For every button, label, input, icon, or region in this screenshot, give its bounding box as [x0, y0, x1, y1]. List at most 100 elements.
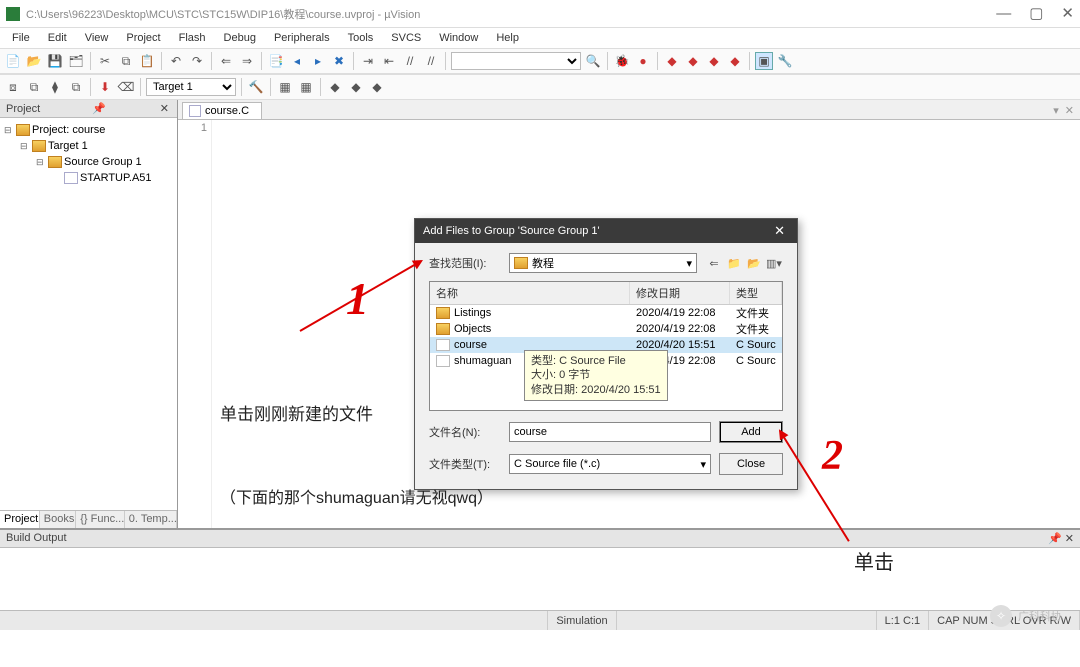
- menu-window[interactable]: Window: [431, 30, 486, 46]
- viewmode-icon[interactable]: ▥▾: [765, 254, 783, 272]
- lookin-combo[interactable]: 教程 ▾: [509, 253, 697, 273]
- open-file-icon[interactable]: 📂: [25, 52, 43, 70]
- add-button[interactable]: Add: [719, 421, 783, 443]
- comment-icon[interactable]: //: [401, 52, 419, 70]
- menu-tools[interactable]: Tools: [340, 30, 382, 46]
- bookmark-prev-icon[interactable]: ◂: [288, 52, 306, 70]
- menu-svcs[interactable]: SVCS: [383, 30, 429, 46]
- pin-icon[interactable]: 📌: [1048, 533, 1062, 545]
- back-icon[interactable]: ⇐: [705, 254, 723, 272]
- project-panel-title: Project 📌 ✕: [0, 100, 177, 118]
- uncomment-icon[interactable]: //: [422, 52, 440, 70]
- menu-view[interactable]: View: [77, 30, 117, 46]
- debug-icon[interactable]: 🐞: [613, 52, 631, 70]
- maximize-button[interactable]: ▢: [1029, 6, 1043, 21]
- dialog-close-icon[interactable]: ✕: [770, 223, 789, 239]
- project-tree[interactable]: ⊟ Project: course ⊟ Target 1 ⊟ Source Gr…: [0, 118, 177, 510]
- file-row[interactable]: Objects2020/4/19 22:08文件夹: [430, 321, 782, 337]
- undo-icon[interactable]: ↶: [167, 52, 185, 70]
- minimize-button[interactable]: —: [996, 6, 1011, 21]
- indent-icon[interactable]: ⇥: [359, 52, 377, 70]
- bookmark-next-icon[interactable]: ▸: [309, 52, 327, 70]
- download-icon[interactable]: ⬇: [96, 78, 114, 96]
- cfg-b-icon[interactable]: ◆: [684, 52, 702, 70]
- col-name[interactable]: 名称: [430, 282, 630, 304]
- options-icon[interactable]: 🔨: [247, 78, 265, 96]
- file-list[interactable]: 名称 修改日期 类型 Listings2020/4/19 22:08文件夹Obj…: [429, 281, 783, 411]
- tree-toggle-icon[interactable]: ⊟: [20, 141, 30, 152]
- dialog-titlebar[interactable]: Add Files to Group 'Source Group 1' ✕: [415, 219, 797, 243]
- tab-templates[interactable]: 0. Temp...: [125, 511, 177, 528]
- pin-icon[interactable]: 📌: [92, 102, 106, 115]
- newfolder-icon[interactable]: 📂: [745, 254, 763, 272]
- editor-tab-course[interactable]: course.C: [182, 102, 262, 119]
- tree-target[interactable]: ⊟ Target 1: [4, 138, 173, 154]
- save-all-icon[interactable]: 🗂: [67, 52, 85, 70]
- nav-fwd-icon[interactable]: ⇒: [238, 52, 256, 70]
- find-combo[interactable]: [451, 52, 581, 70]
- panel-close-icon[interactable]: ✕: [1065, 533, 1074, 545]
- col-date[interactable]: 修改日期: [630, 282, 730, 304]
- window-layout-icon[interactable]: ▣: [755, 52, 773, 70]
- save-icon[interactable]: 💾: [46, 52, 64, 70]
- file-list-header[interactable]: 名称 修改日期 类型: [430, 282, 782, 305]
- tree-toggle-icon[interactable]: ⊟: [36, 157, 46, 168]
- lookin-label: 查找范围(I):: [429, 255, 501, 271]
- batch-build-icon[interactable]: ⧉: [67, 78, 85, 96]
- cfg-c-icon[interactable]: ◆: [705, 52, 723, 70]
- manage-b-icon[interactable]: ▦: [297, 78, 315, 96]
- chevron-down-icon[interactable]: ▾: [686, 257, 692, 270]
- menu-debug[interactable]: Debug: [216, 30, 264, 46]
- rebuild-icon[interactable]: ⧫: [46, 78, 64, 96]
- tree-group[interactable]: ⊟ Source Group 1: [4, 154, 173, 170]
- find-icon[interactable]: 🔍: [584, 52, 602, 70]
- nav-back-icon[interactable]: ⇐: [217, 52, 235, 70]
- paste-icon[interactable]: 📋: [138, 52, 156, 70]
- close-window-button[interactable]: ✕: [1061, 6, 1074, 21]
- new-file-icon[interactable]: 📄: [4, 52, 22, 70]
- filetype-combo[interactable]: C Source file (*.c) ▾: [509, 454, 711, 474]
- menu-edit[interactable]: Edit: [40, 30, 75, 46]
- misc-b-icon[interactable]: ◆: [347, 78, 365, 96]
- misc-c-icon[interactable]: ◆: [368, 78, 386, 96]
- panel-close-icon[interactable]: ✕: [158, 102, 171, 115]
- tree-toggle-icon[interactable]: ⊟: [4, 125, 14, 136]
- menu-file[interactable]: File: [4, 30, 38, 46]
- file-row[interactable]: Listings2020/4/19 22:08文件夹: [430, 305, 782, 321]
- target-select[interactable]: Target 1: [146, 78, 236, 96]
- editor-dropdown-icon[interactable]: ▾: [1053, 104, 1059, 117]
- redo-icon[interactable]: ↷: [188, 52, 206, 70]
- chevron-down-icon[interactable]: ▾: [700, 458, 706, 471]
- menu-project[interactable]: Project: [118, 30, 168, 46]
- build-output-body[interactable]: [0, 548, 1080, 610]
- menu-peripherals[interactable]: Peripherals: [266, 30, 338, 46]
- close-button[interactable]: Close: [719, 453, 783, 475]
- up-icon[interactable]: 📁: [725, 254, 743, 272]
- cut-icon[interactable]: ✂: [96, 52, 114, 70]
- outdent-icon[interactable]: ⇤: [380, 52, 398, 70]
- menu-help[interactable]: Help: [488, 30, 527, 46]
- editor-close-icon[interactable]: ✕: [1065, 104, 1074, 117]
- manage-a-icon[interactable]: ▦: [276, 78, 294, 96]
- breakpoint-icon[interactable]: ●: [634, 52, 652, 70]
- tab-books[interactable]: Books: [40, 511, 76, 528]
- copy-icon[interactable]: ⧉: [117, 52, 135, 70]
- bookmark-icon[interactable]: 📑: [267, 52, 285, 70]
- erase-icon[interactable]: ⌫: [117, 78, 135, 96]
- misc-a-icon[interactable]: ◆: [326, 78, 344, 96]
- cfg-d-icon[interactable]: ◆: [726, 52, 744, 70]
- build-output-title: Build Output 📌 ✕: [0, 530, 1080, 548]
- menu-flash[interactable]: Flash: [171, 30, 214, 46]
- col-type[interactable]: 类型: [730, 282, 782, 304]
- bookmark-clear-icon[interactable]: ✖: [330, 52, 348, 70]
- filename-input[interactable]: [509, 422, 711, 442]
- toolbox-icon[interactable]: 🔧: [776, 52, 794, 70]
- editor-tabstrip: course.C ▾ ✕: [178, 100, 1080, 120]
- tree-project-root[interactable]: ⊟ Project: course: [4, 122, 173, 138]
- cfg-a-icon[interactable]: ◆: [663, 52, 681, 70]
- build-icon[interactable]: ⧉: [25, 78, 43, 96]
- tab-project[interactable]: Project: [0, 511, 40, 528]
- tab-functions[interactable]: {} Func...: [76, 511, 125, 528]
- tree-file[interactable]: STARTUP.A51: [4, 170, 173, 186]
- build-target-icon[interactable]: ⧈: [4, 78, 22, 96]
